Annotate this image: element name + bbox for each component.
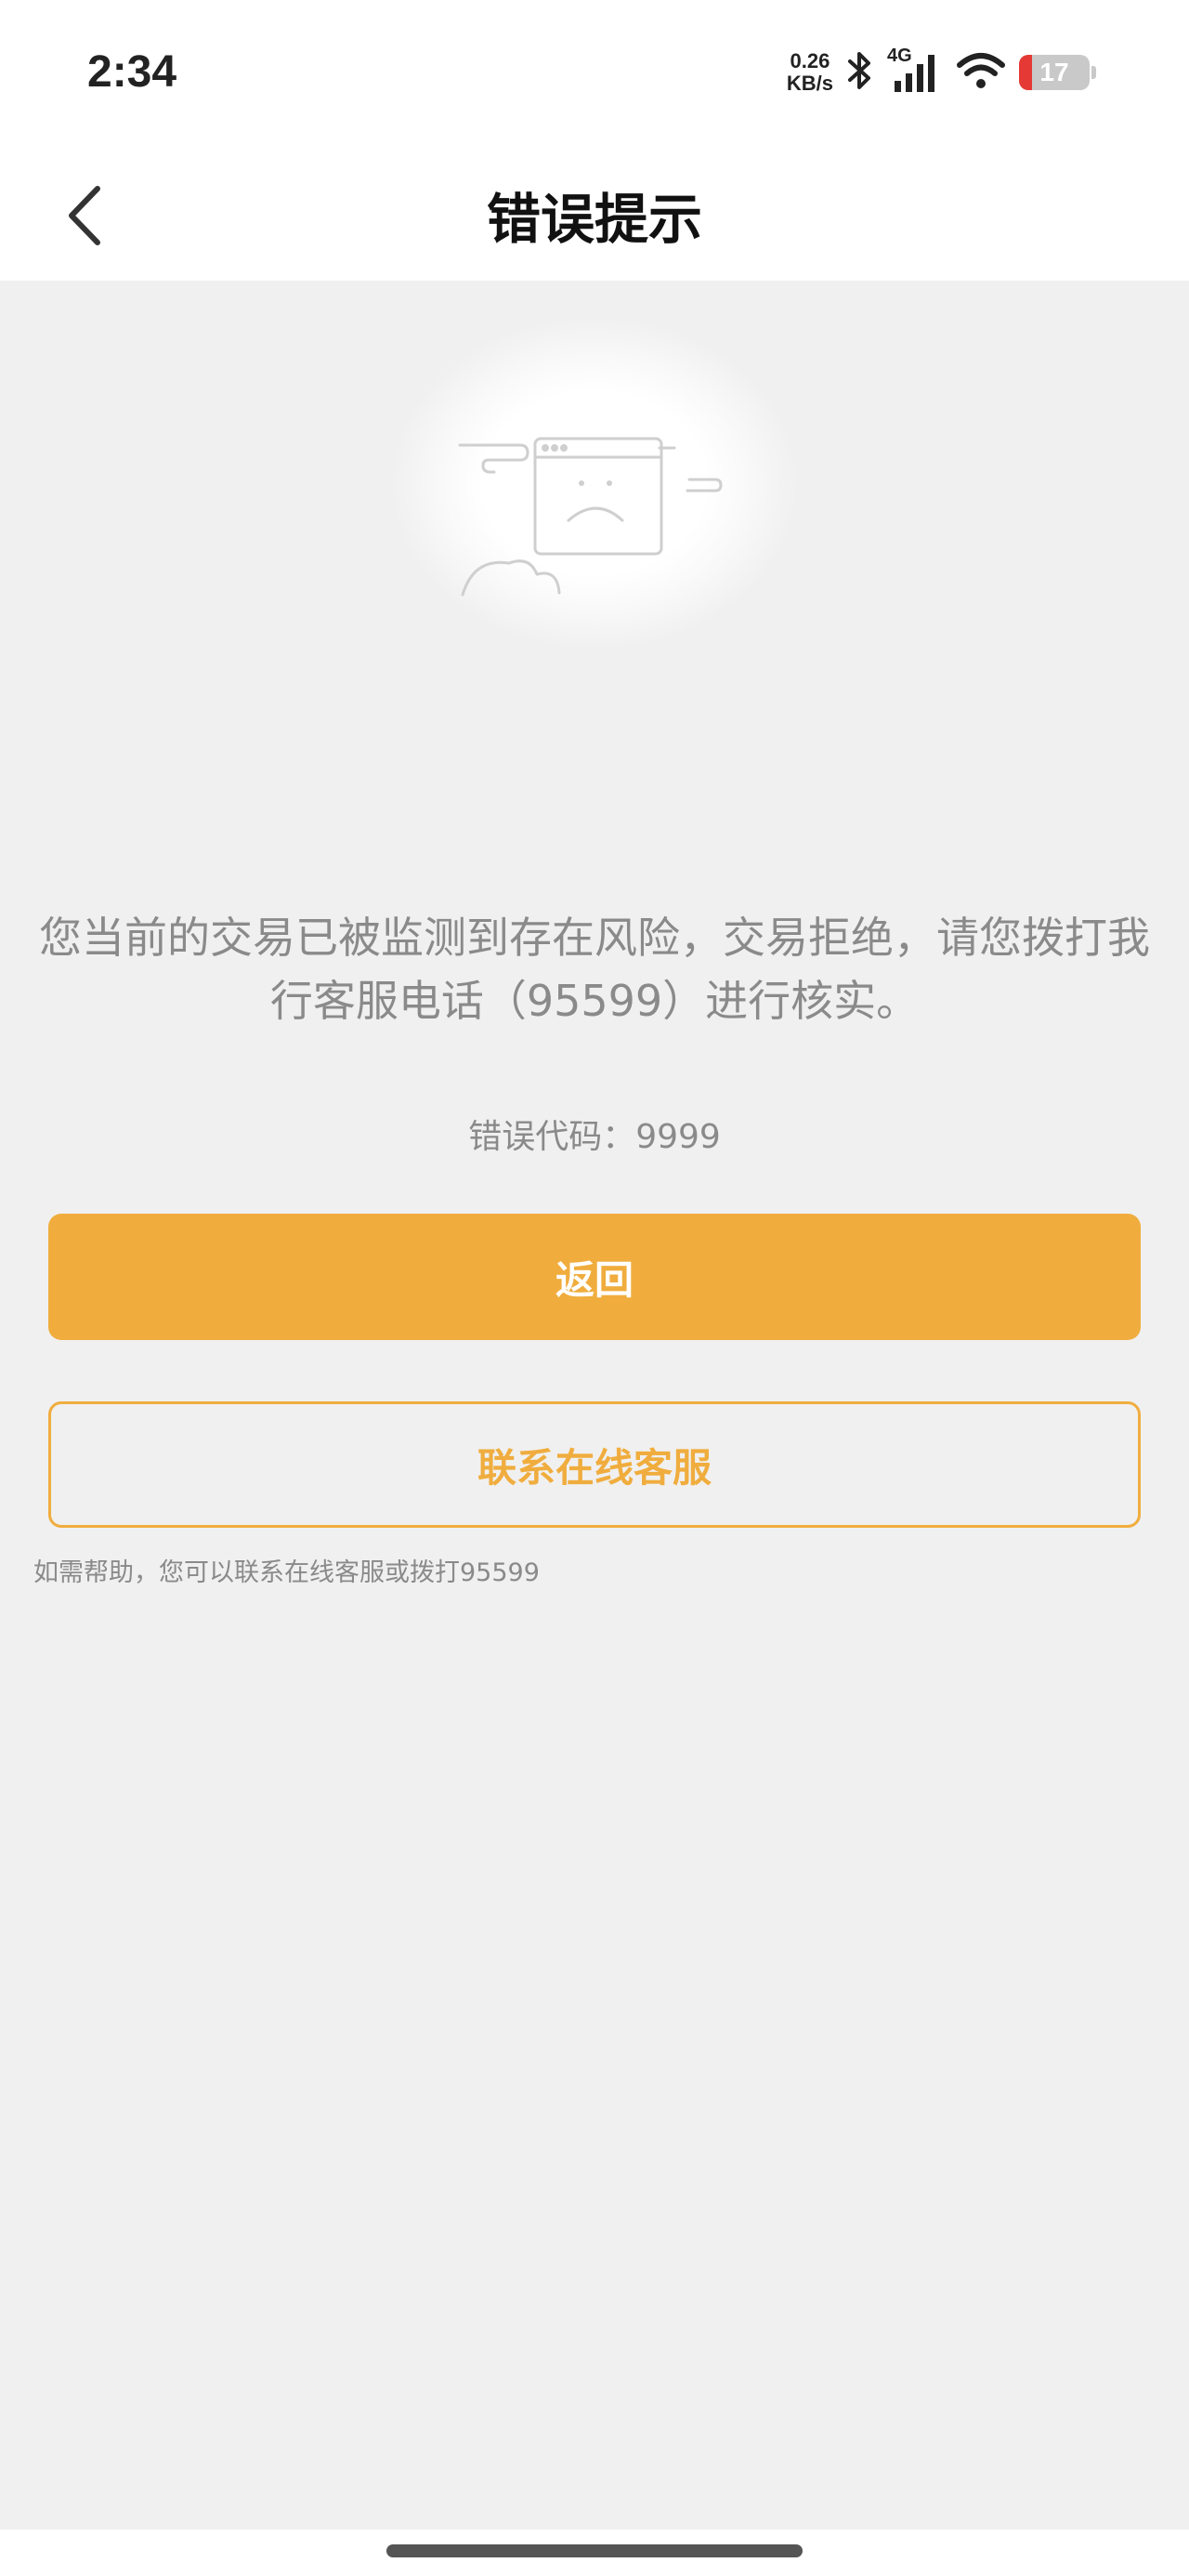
home-indicator [0, 2530, 1189, 2576]
back-primary-button[interactable]: 返回 [48, 1214, 1141, 1340]
error-message: 您当前的交易已被监测到存在风险，交易拒绝，请您拨打我行客服电话（95599）进行… [39, 913, 1150, 1026]
help-text: 如需帮助，您可以联系在线客服或拨打95599 [33, 1558, 540, 1587]
status-time: 2:34 [87, 47, 177, 97]
network-speed-value: 0.26 [790, 49, 830, 72]
error-illustration [390, 316, 799, 651]
sad-browser-window-icon [458, 437, 723, 597]
page-title: 错误提示 [486, 188, 702, 251]
battery-cap [1091, 66, 1096, 79]
network-speed-unit: KB/s [786, 72, 833, 95]
home-bar[interactable] [386, 2544, 803, 2557]
bluetooth-icon [846, 50, 874, 95]
contact-online-service-button[interactable]: 联系在线客服 [48, 1401, 1141, 1528]
network-speed: 0.26 KB/s [787, 50, 833, 95]
wifi-icon [956, 50, 1006, 95]
battery-icon: 17 [1019, 55, 1090, 90]
battery-level: 17 [1039, 58, 1069, 86]
error-code: 错误代码：9999 [468, 1118, 721, 1156]
status-icons: 0.26 KB/s 4G 17 [787, 46, 1096, 97]
nav-bar: 错误提示 [0, 149, 1189, 281]
status-bar: 2:34 0.26 KB/s 4G 17 [0, 0, 1189, 149]
cellular-signal-icon: 4G [887, 46, 943, 96]
